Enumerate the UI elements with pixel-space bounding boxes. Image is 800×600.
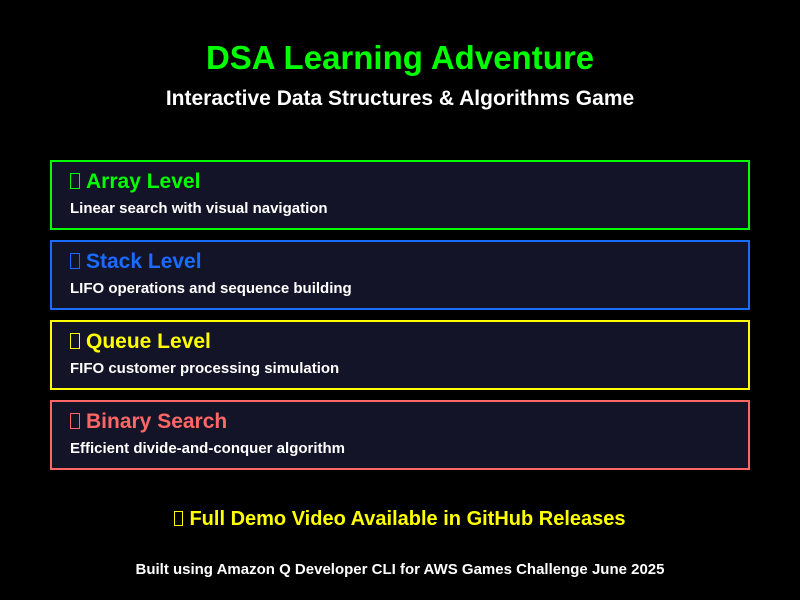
footer-credit: Built using Amazon Q Developer CLI for A… xyxy=(135,561,665,578)
missing-glyph-icon xyxy=(70,413,80,429)
level-card-queue[interactable]: Queue Level FIFO customer processing sim… xyxy=(50,320,750,390)
level-title: Array Level xyxy=(86,170,201,193)
level-description: Efficient divide-and-conquer algorithm xyxy=(70,440,346,457)
level-card-stack[interactable]: Stack Level LIFO operations and sequence… xyxy=(50,240,750,310)
page-subtitle: Interactive Data Structures & Algorithms… xyxy=(165,87,635,110)
level-title: Binary Search xyxy=(86,410,228,433)
level-description: Linear search with visual navigation xyxy=(70,200,328,217)
level-heading: Stack Level xyxy=(70,248,202,276)
missing-glyph-icon xyxy=(174,511,184,526)
demo-video-text: Full Demo Video Available in GitHub Rele… xyxy=(189,508,626,530)
level-title: Stack Level xyxy=(86,250,202,273)
page-title: DSA Learning Adventure xyxy=(205,39,595,76)
level-heading: Binary Search xyxy=(70,408,227,436)
level-heading: Queue Level xyxy=(70,328,211,356)
level-card-binary-search[interactable]: Binary Search Efficient divide-and-conqu… xyxy=(50,400,750,470)
level-card-array[interactable]: Array Level Linear search with visual na… xyxy=(50,160,750,230)
level-description: FIFO customer processing simulation xyxy=(70,360,340,377)
level-title: Queue Level xyxy=(86,330,211,353)
demo-video-note: Full Demo Video Available in GitHub Rele… xyxy=(0,506,800,532)
level-description: LIFO operations and sequence building xyxy=(70,280,352,297)
missing-glyph-icon xyxy=(70,173,80,189)
level-heading: Array Level xyxy=(70,168,200,196)
missing-glyph-icon xyxy=(70,253,80,269)
missing-glyph-icon xyxy=(70,333,80,349)
